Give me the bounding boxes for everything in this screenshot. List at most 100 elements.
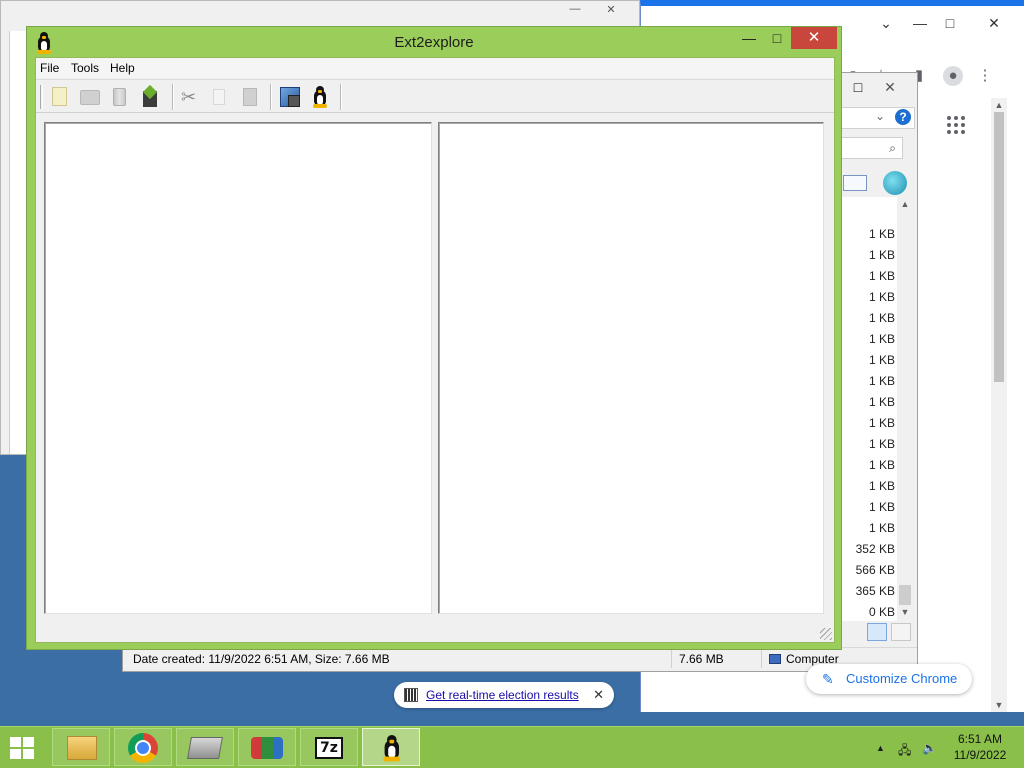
taskbar-chrome[interactable] <box>114 728 172 766</box>
minimize-button[interactable]: — <box>739 27 759 49</box>
details-view-icon[interactable] <box>867 623 887 641</box>
help-icon[interactable]: ? <box>895 109 911 125</box>
start-button[interactable] <box>10 737 36 761</box>
taskbar-ext2explore[interactable] <box>362 728 420 766</box>
properties-button[interactable] <box>278 85 302 109</box>
explorer-close-button[interactable]: ✕ <box>875 77 905 97</box>
network-icon[interactable]: 🖧 <box>898 741 911 762</box>
copy-button[interactable] <box>208 85 232 109</box>
volume-icon[interactable]: 🔈 <box>922 741 937 755</box>
folder-icon <box>67 736 97 760</box>
save-button[interactable] <box>140 84 164 109</box>
explorer-scrollbar-thumb[interactable] <box>899 585 911 605</box>
scroll-down-icon[interactable]: ▼ <box>991 698 1007 712</box>
maximize-button[interactable]: □ <box>765 27 789 49</box>
large-icons-view-icon[interactable] <box>891 623 911 641</box>
file-size-cell: 1 KB <box>868 353 895 367</box>
about-button[interactable] <box>308 85 332 109</box>
file-size-cell: 1 KB <box>868 332 895 346</box>
file-size-cell: 1 KB <box>868 416 895 430</box>
show-hidden-icons-icon[interactable]: ▲ <box>876 743 885 753</box>
ext2explore-status-bar <box>36 620 834 642</box>
system-clock[interactable]: 6:51 AM 11/9/2022 <box>944 731 1016 763</box>
google-apps-icon[interactable] <box>947 116 965 134</box>
menu-file[interactable]: File <box>40 61 59 75</box>
background-minimize-button[interactable]: — <box>561 3 589 19</box>
status-divider <box>761 650 762 668</box>
customize-chrome-label: Customize Chrome <box>846 671 958 686</box>
chrome-scrollbar[interactable]: ▲ ▼ <box>991 98 1007 712</box>
folder-tree-pane[interactable] <box>44 122 432 614</box>
folder-icon <box>80 90 100 105</box>
chrome-menu-icon[interactable]: ⋮ <box>975 66 995 86</box>
file-size-cell: 1 KB <box>868 269 895 283</box>
taskbar-7zip[interactable]: 7z <box>300 728 358 766</box>
copy-icon <box>213 89 225 105</box>
chrome-scrollbar-thumb[interactable] <box>994 112 1004 382</box>
scroll-up-icon[interactable]: ▲ <box>991 98 1007 112</box>
taskbar-file-explorer[interactable] <box>52 728 110 766</box>
scissors-icon: ✂ <box>181 87 197 107</box>
pencil-icon: ✎ <box>822 671 834 687</box>
close-button[interactable]: ✕ <box>791 27 837 49</box>
chrome-tab-search-icon[interactable]: ⌄ <box>869 12 903 34</box>
drive-icon <box>187 737 223 759</box>
ext2explore-client-area: File Tools Help ✂ <box>35 57 835 643</box>
trash-icon <box>113 88 126 106</box>
status-divider <box>671 650 672 668</box>
toolbar-grip[interactable] <box>40 85 43 109</box>
chrome-minimize-button[interactable]: — <box>903 12 937 34</box>
file-size-cell: 1 KB <box>868 437 895 451</box>
globe-icon[interactable] <box>883 171 907 195</box>
chrome-maximize-button[interactable]: □ <box>933 12 967 34</box>
preview-pane-icon[interactable] <box>843 175 867 191</box>
explorer-scrollbar[interactable]: ▲ ▼ <box>897 197 913 621</box>
new-folder-button[interactable] <box>78 85 102 109</box>
menu-tools[interactable]: Tools <box>71 61 99 75</box>
news-icon <box>404 688 418 702</box>
address-dropdown-icon[interactable]: ⌄ <box>875 109 885 123</box>
file-size-column: 1 KB 1 KB 1 KB 1 KB 1 KB 1 KB 1 KB 1 KB 1 KB 1 KB… <box>839 197 901 621</box>
file-size-cell: 1 KB <box>868 227 895 241</box>
properties-overlay-icon <box>288 95 300 107</box>
explorer-maximize-button[interactable]: □ <box>843 77 873 97</box>
computer-icon <box>769 654 781 664</box>
background-close-button[interactable]: ✕ <box>597 3 625 19</box>
new-file-button[interactable] <box>48 85 72 109</box>
file-size-cell: 1 KB <box>868 479 895 493</box>
scroll-up-icon[interactable]: ▲ <box>897 197 913 211</box>
ext2explore-window: Ext2explore — □ ✕ File Tools Help ✂ <box>26 26 842 650</box>
election-results-link[interactable]: Get real-time election results <box>426 688 579 702</box>
windows-logo-icon <box>10 737 21 747</box>
close-icon[interactable]: ✕ <box>593 682 604 708</box>
toolbar-separator <box>340 84 342 110</box>
menu-help[interactable]: Help <box>110 61 135 75</box>
customize-chrome-button[interactable]: ✎ Customize Chrome <box>806 664 972 694</box>
toolbar: ✂ <box>36 79 834 113</box>
election-results-chip[interactable]: Get real-time election results ✕ <box>394 682 614 708</box>
clock-date: 11/9/2022 <box>953 748 1007 762</box>
file-size-cell: 1 KB <box>868 458 895 472</box>
profile-avatar-icon[interactable]: ● <box>943 66 963 86</box>
ext2explore-titlebar[interactable]: Ext2explore — □ ✕ <box>27 27 841 57</box>
explorer-search-box[interactable]: ⌕ <box>839 137 903 159</box>
file-size-cell: 1 KB <box>868 521 895 535</box>
chrome-close-button[interactable]: ✕ <box>977 12 1011 34</box>
clock-time: 6:51 AM <box>957 732 1003 746</box>
taskbar-drive-tool[interactable] <box>176 728 234 766</box>
tux-icon <box>311 86 329 108</box>
file-size-cell: 352 KB <box>855 542 895 556</box>
paste-icon <box>243 88 257 106</box>
file-size-cell: 1 KB <box>868 248 895 262</box>
cut-button[interactable]: ✂ <box>178 85 202 109</box>
winrar-icon <box>251 737 283 759</box>
paste-button[interactable] <box>238 85 262 109</box>
file-list-pane[interactable] <box>438 122 824 614</box>
window-title: Ext2explore <box>394 34 474 51</box>
toolbar-separator <box>172 84 174 110</box>
scroll-down-icon[interactable]: ▼ <box>897 605 913 619</box>
resize-grip[interactable] <box>820 628 832 640</box>
file-size-cell: 365 KB <box>855 584 895 598</box>
taskbar-winrar[interactable] <box>238 728 296 766</box>
delete-button[interactable] <box>108 85 132 109</box>
